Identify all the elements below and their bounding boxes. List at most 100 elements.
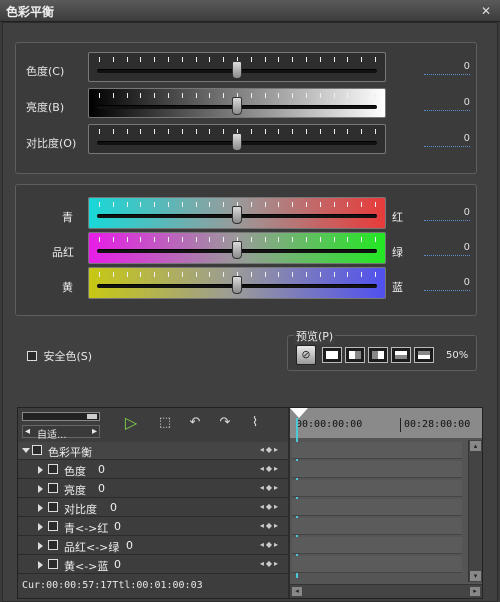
slider-tick: [319, 129, 321, 134]
timeline-ruler[interactable]: 00:00:00:00 00:28:00:00: [290, 408, 482, 438]
add-keyframe-icon[interactable]: ⬚: [154, 414, 176, 432]
slider-tick: [333, 237, 335, 242]
yellow-blue-value[interactable]: 0: [424, 277, 470, 291]
cyan-red-value[interactable]: 0: [424, 207, 470, 221]
slider-tick: [264, 202, 266, 207]
preview-split-right-icon[interactable]: [368, 347, 388, 363]
undo-icon[interactable]: ↶: [184, 414, 206, 432]
cyan-red-slider[interactable]: [88, 197, 386, 229]
track-label: 亮度: [64, 484, 86, 497]
curve-icon[interactable]: ⌇: [244, 414, 266, 432]
slider-tick: [375, 202, 376, 207]
slider-tick: [223, 57, 225, 62]
slider-tick: [195, 202, 197, 207]
magenta-green-slider[interactable]: [88, 232, 386, 264]
collapse-icon[interactable]: [22, 448, 30, 453]
track-checkbox[interactable]: [48, 540, 58, 550]
track-checkbox[interactable]: [48, 483, 58, 493]
slider-tick: [209, 237, 211, 242]
hue-value[interactable]: 0: [424, 61, 470, 75]
preview-full-icon[interactable]: [322, 347, 342, 363]
track-row-yellow-blue[interactable]: 黄<->蓝 0 ◂◆▸: [18, 556, 288, 574]
slider-tick: [278, 272, 280, 277]
track-checkbox[interactable]: [48, 521, 58, 531]
yellow-blue-thumb[interactable]: [232, 276, 242, 294]
safe-color-box[interactable]: [27, 351, 37, 361]
zoom-slider[interactable]: [22, 412, 100, 421]
fit-mode-dropdown[interactable]: ◂ 自适... ▸: [22, 425, 100, 441]
track-row-brightness[interactable]: 亮度 0 ◂◆▸: [18, 480, 288, 498]
brightness-thumb[interactable]: [232, 97, 242, 115]
slider-tick: [347, 237, 349, 242]
slider-tick: [154, 93, 156, 98]
track-row-contrast[interactable]: 对比度 0 ◂◆▸: [18, 499, 288, 517]
keyframe-nav-icon[interactable]: ◂◆▸: [260, 445, 280, 454]
slider-tick: [223, 129, 225, 134]
green-label: 绿: [392, 246, 403, 259]
ruler-time-start: 00:00:00:00: [296, 419, 363, 430]
keyframe-nav-icon[interactable]: ◂◆▸: [260, 483, 280, 492]
slider-tick: [112, 202, 114, 207]
prev-arrow-icon[interactable]: ◂: [25, 426, 30, 437]
slider-tick: [112, 93, 114, 98]
slider-tick: [154, 57, 156, 62]
slider-tick: [292, 93, 294, 98]
preview-split-left-icon[interactable]: [345, 347, 365, 363]
keyframe-nav-icon[interactable]: ◂◆▸: [260, 502, 280, 511]
preview-split-top-icon[interactable]: [391, 347, 411, 363]
hue-slider[interactable]: [88, 52, 386, 82]
slider-tick: [112, 272, 114, 277]
expand-icon[interactable]: [38, 504, 43, 512]
keyframe-timeline: ◂ 自适... ▸ ▷ ⬚ ↶ ↷ ⌇ 色彩平衡 ◂◆▸ 色度 0 ◂◆▸ 亮度…: [17, 407, 483, 599]
play-icon[interactable]: ▷: [120, 414, 142, 432]
expand-icon[interactable]: [38, 466, 43, 474]
contrast-thumb[interactable]: [232, 133, 242, 151]
slider-tick: [140, 237, 142, 242]
expand-icon[interactable]: [38, 542, 43, 550]
preview-toggle-button[interactable]: ⊘: [296, 345, 316, 365]
ruler-time-end: 00:28:00:00: [404, 419, 471, 430]
track-checkbox[interactable]: [48, 464, 58, 474]
fit-mode-label: 自适...: [37, 430, 67, 441]
keyframe-nav-icon[interactable]: ◂◆▸: [260, 464, 280, 473]
slider-tick: [154, 129, 156, 134]
expand-icon[interactable]: [38, 485, 43, 493]
blue-label: 蓝: [392, 281, 403, 294]
color-balance-panel: 青 红 0 品红 绿 0 黄 蓝 0: [15, 184, 477, 316]
expand-icon[interactable]: [38, 561, 43, 569]
slider-tick: [140, 202, 142, 207]
slider-tick: [181, 272, 183, 277]
slider-tick: [333, 272, 335, 277]
track-row-color-balance[interactable]: 色彩平衡 ◂◆▸: [18, 442, 288, 460]
track-row-magenta-green[interactable]: 品红<->绿 0 ◂◆▸: [18, 537, 288, 555]
timeline-ruler-area[interactable]: 00:00:00:00 00:28:00:00 ▴ ▾ ◂ ▸: [290, 408, 482, 598]
redo-icon[interactable]: ↷: [214, 414, 236, 432]
track-row-cyan-red[interactable]: 青<->红 0 ◂◆▸: [18, 518, 288, 536]
close-icon[interactable]: ✕: [478, 3, 494, 19]
next-arrow-icon[interactable]: ▸: [92, 426, 97, 437]
contrast-value[interactable]: 0: [424, 133, 470, 147]
magenta-green-value[interactable]: 0: [424, 242, 470, 256]
hue-thumb[interactable]: [232, 61, 242, 79]
preview-split-bottom-icon[interactable]: [414, 347, 434, 363]
expand-icon[interactable]: [38, 523, 43, 531]
track-row-hue[interactable]: 色度 0 ◂◆▸: [18, 461, 288, 479]
slider-tick: [99, 93, 100, 98]
track-checkbox[interactable]: [48, 559, 58, 569]
safe-color-checkbox[interactable]: 安全色(S): [27, 348, 92, 364]
horizontal-scrollbar[interactable]: ◂ ▸: [290, 584, 482, 598]
magenta-green-thumb[interactable]: [232, 241, 242, 259]
yellow-blue-slider[interactable]: [88, 267, 386, 299]
keyframe-nav-icon[interactable]: ◂◆▸: [260, 540, 280, 549]
playhead-marker[interactable]: [290, 408, 308, 418]
track-checkbox[interactable]: [48, 502, 58, 512]
keyframe-nav-icon[interactable]: ◂◆▸: [260, 521, 280, 530]
cyan-red-thumb[interactable]: [232, 206, 242, 224]
track-checkbox[interactable]: [32, 445, 42, 455]
brightness-slider[interactable]: [88, 88, 386, 118]
keyframe-nav-icon[interactable]: ◂◆▸: [260, 559, 280, 568]
vertical-scrollbar[interactable]: ▴ ▾: [468, 440, 482, 582]
contrast-slider[interactable]: [88, 124, 386, 154]
brightness-value[interactable]: 0: [424, 97, 470, 111]
slider-tick: [209, 57, 211, 62]
